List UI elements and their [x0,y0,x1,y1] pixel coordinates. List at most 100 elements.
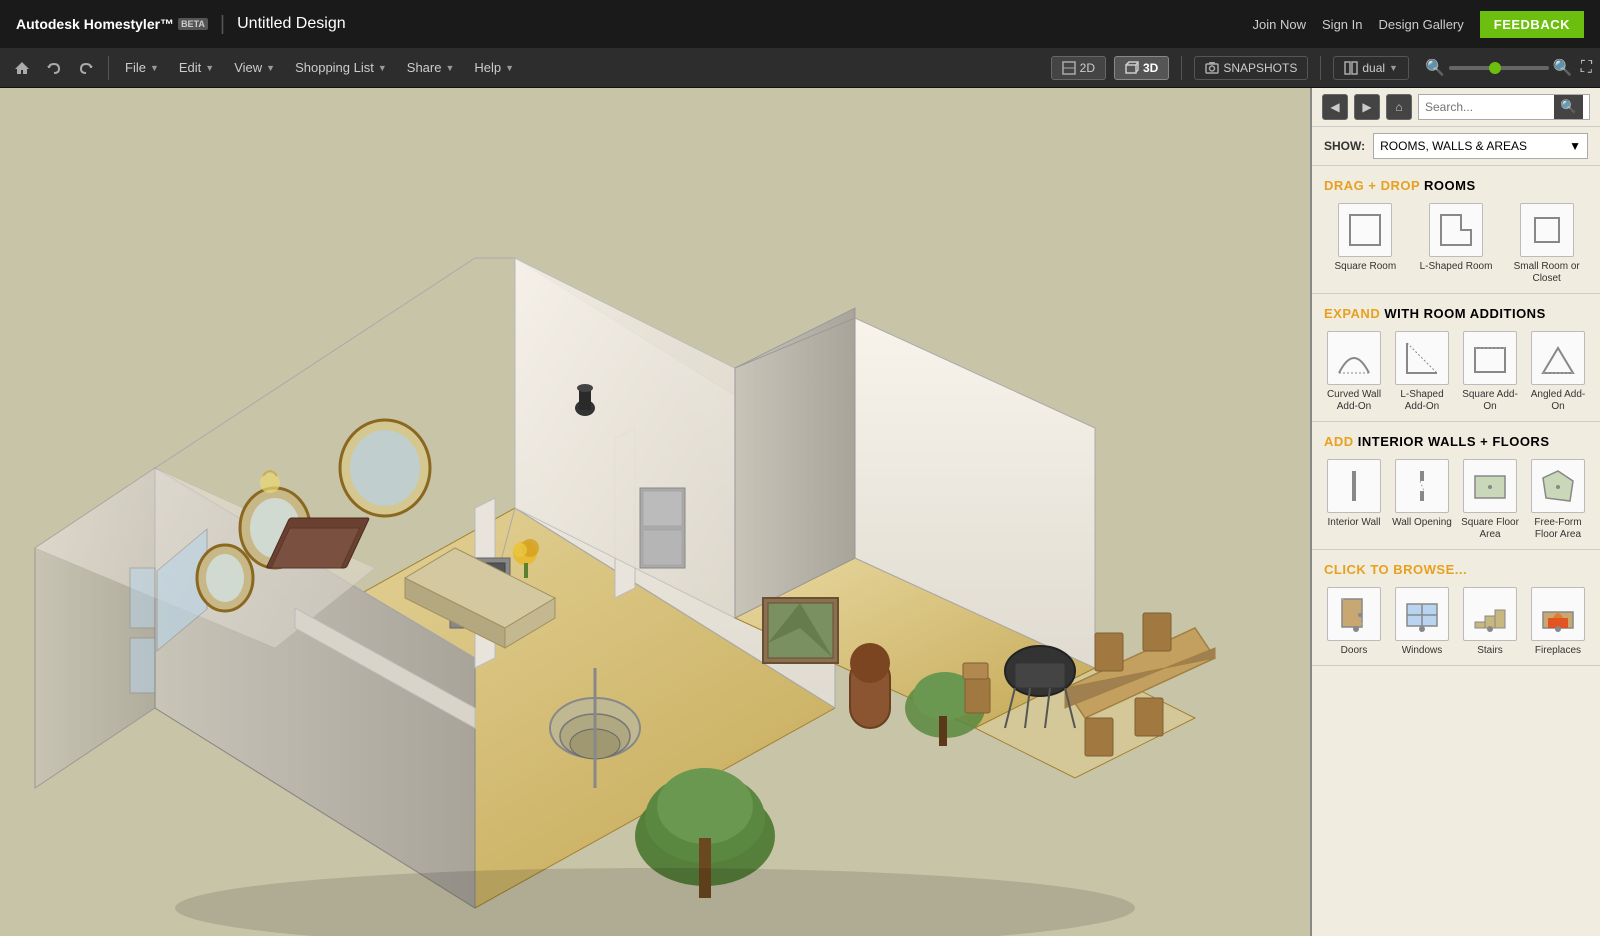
small-room-icon [1520,203,1574,257]
panel-search-input[interactable] [1425,100,1554,114]
square-room-icon [1338,203,1392,257]
design-gallery-link[interactable]: Design Gallery [1379,17,1464,32]
panel-back-button[interactable]: ◀ [1322,94,1348,120]
fireplaces-icon [1531,587,1585,641]
undo-button[interactable] [40,54,68,82]
stairs-item[interactable]: Stairs [1460,587,1520,657]
side-tabs: BUILD FURNISH & DECORATE LANDSCAPE BRAND… [1310,88,1312,552]
fireplaces-label: Fireplaces [1535,645,1581,657]
doors-label: Doors [1341,645,1368,657]
angled-addon-icon [1531,331,1585,385]
show-dropdown-value: ROOMS, WALLS & AREAS [1380,139,1527,153]
free-form-floor-icon [1531,459,1585,513]
curved-wall-addon-item[interactable]: Curved Wall Add-On [1324,331,1384,413]
doors-item[interactable]: Doors [1324,587,1384,657]
l-shaped-room-label: L-Shaped Room [1420,261,1493,273]
house-floor-plan-svg [0,88,1310,936]
interior-walls-keyword: ADD [1324,434,1354,449]
show-dropdown[interactable]: ROOMS, WALLS & AREAS ▼ [1373,133,1588,159]
l-shaped-addon-item[interactable]: L-Shaped Add-On [1392,331,1452,413]
logo: Autodesk Homestyler™ BETA [16,16,208,32]
beta-badge: BETA [178,18,208,30]
redo-button[interactable] [72,54,100,82]
interior-wall-item[interactable]: Interior Wall [1324,459,1384,541]
viewport[interactable]: ↺ ▲ ◀ ✦ ▶ ▼ ↻ [0,88,1310,936]
angled-addon-item[interactable]: Angled Add-On [1528,331,1588,413]
homestyler-logo-text: Homestyler™ [84,16,174,32]
autodesk-logo-text: Autodesk [16,16,80,32]
expand-keyword: EXPAND [1324,306,1380,321]
windows-icon [1395,587,1449,641]
small-room-item[interactable]: Small Room or Closet [1505,203,1588,285]
view-menu[interactable]: View▼ [226,56,283,79]
help-menu[interactable]: Help▼ [466,56,522,79]
free-form-floor-item[interactable]: Free-Form Floor Area [1528,459,1588,541]
l-shaped-room-item[interactable]: L-Shaped Room [1415,203,1498,285]
zoom-area: 🔍 🔍 ⛶ [1425,58,1592,78]
toolbar-separator-1 [108,56,109,80]
square-floor-label: Square Floor Area [1460,517,1520,541]
top-bar: Autodesk Homestyler™ BETA | Untitled Des… [0,0,1600,48]
square-addon-item[interactable]: Square Add-On [1460,331,1520,413]
angled-addon-label: Angled Add-On [1528,389,1588,413]
interior-walls-title: ADD INTERIOR WALLS + FLOORS [1324,434,1588,449]
zoom-slider[interactable] [1449,66,1549,70]
l-shaped-addon-icon [1395,331,1449,385]
join-now-link[interactable]: Join Now [1253,17,1306,32]
curved-wall-addon-label: Curved Wall Add-On [1324,389,1384,413]
l-shaped-addon-label: L-Shaped Add-On [1392,389,1452,413]
side-tab-furnish[interactable]: FURNISH & DECORATE [1310,156,1312,327]
zoom-slider-thumb[interactable] [1489,62,1501,74]
zoom-out-button[interactable]: 🔍 [1425,58,1445,78]
dual-view-button[interactable]: dual ▼ [1333,56,1409,80]
side-tab-brands[interactable]: BRANDS [1310,433,1312,515]
panel-home-button[interactable]: ⌂ [1386,94,1412,120]
view-mode-area: 2D 3D SNAPSHOTS dual ▼ 🔍 🔍 ⛶ [1051,56,1592,80]
snapshots-button[interactable]: SNAPSHOTS [1194,56,1308,80]
free-form-floor-label: Free-Form Floor Area [1528,517,1588,541]
edit-menu[interactable]: Edit▼ [171,56,222,79]
drag-drop-keyword: DRAG + DROP [1324,178,1420,193]
small-room-label: Small Room or Closet [1505,261,1588,285]
design-title: Untitled Design [237,15,346,33]
side-tab-landscape[interactable]: LANDSCAPE [1310,326,1312,432]
side-tab-build[interactable]: BUILD [1310,88,1312,156]
panel-search-submit[interactable]: 🔍 [1554,95,1583,119]
file-menu[interactable]: File▼ [117,56,167,79]
sign-in-link[interactable]: Sign In [1322,17,1362,32]
browse-grid: Doors Windows [1324,587,1588,657]
wall-opening-item[interactable]: Wall Opening [1392,459,1452,541]
top-right-links: Join Now Sign In Design Gallery FEEDBACK [1253,11,1584,38]
rooms-grid: Square Room L-Shaped Room Small Room or … [1324,203,1588,285]
view-2d-button[interactable]: 2D [1051,56,1106,80]
walls-floors-grid: Interior Wall Wall Opening Square Floor … [1324,459,1588,541]
interior-walls-rest: INTERIOR WALLS + FLOORS [1358,434,1550,449]
zoom-in-button[interactable]: 🔍 [1553,58,1573,78]
shopping-list-menu[interactable]: Shopping List▼ [287,56,395,79]
interior-wall-icon [1327,459,1381,513]
windows-item[interactable]: Windows [1392,587,1452,657]
toolbar: File▼ Edit▼ View▼ Shopping List▼ Share▼ … [0,48,1600,88]
panel-forward-button[interactable]: ▶ [1354,94,1380,120]
fireplaces-item[interactable]: Fireplaces [1528,587,1588,657]
square-addon-icon [1463,331,1517,385]
home-button[interactable] [8,54,36,82]
show-row: SHOW: ROOMS, WALLS & AREAS ▼ [1312,127,1600,166]
drag-drop-rooms-title: DRAG + DROP ROOMS [1324,178,1588,193]
main-content: ↺ ▲ ◀ ✦ ▶ ▼ ↻ [0,88,1600,936]
fullscreen-button[interactable]: ⛶ [1581,59,1592,77]
wall-opening-icon [1395,459,1449,513]
share-menu[interactable]: Share▼ [399,56,463,79]
feedback-button[interactable]: FEEDBACK [1480,11,1584,38]
show-dropdown-arrow: ▼ [1569,139,1581,153]
expand-section: EXPAND WITH ROOM ADDITIONS Curved Wall A… [1312,294,1600,422]
expand-title: EXPAND WITH ROOM ADDITIONS [1324,306,1588,321]
drag-drop-rest: ROOMS [1424,178,1476,193]
stairs-label: Stairs [1477,645,1503,657]
drag-drop-rooms-section: DRAG + DROP ROOMS Square Room L-Shaped R… [1312,166,1600,294]
square-room-item[interactable]: Square Room [1324,203,1407,285]
square-room-label: Square Room [1334,261,1396,273]
toolbar-separator-3 [1320,56,1321,80]
square-floor-item[interactable]: Square Floor Area [1460,459,1520,541]
view-3d-button[interactable]: 3D [1114,56,1169,80]
